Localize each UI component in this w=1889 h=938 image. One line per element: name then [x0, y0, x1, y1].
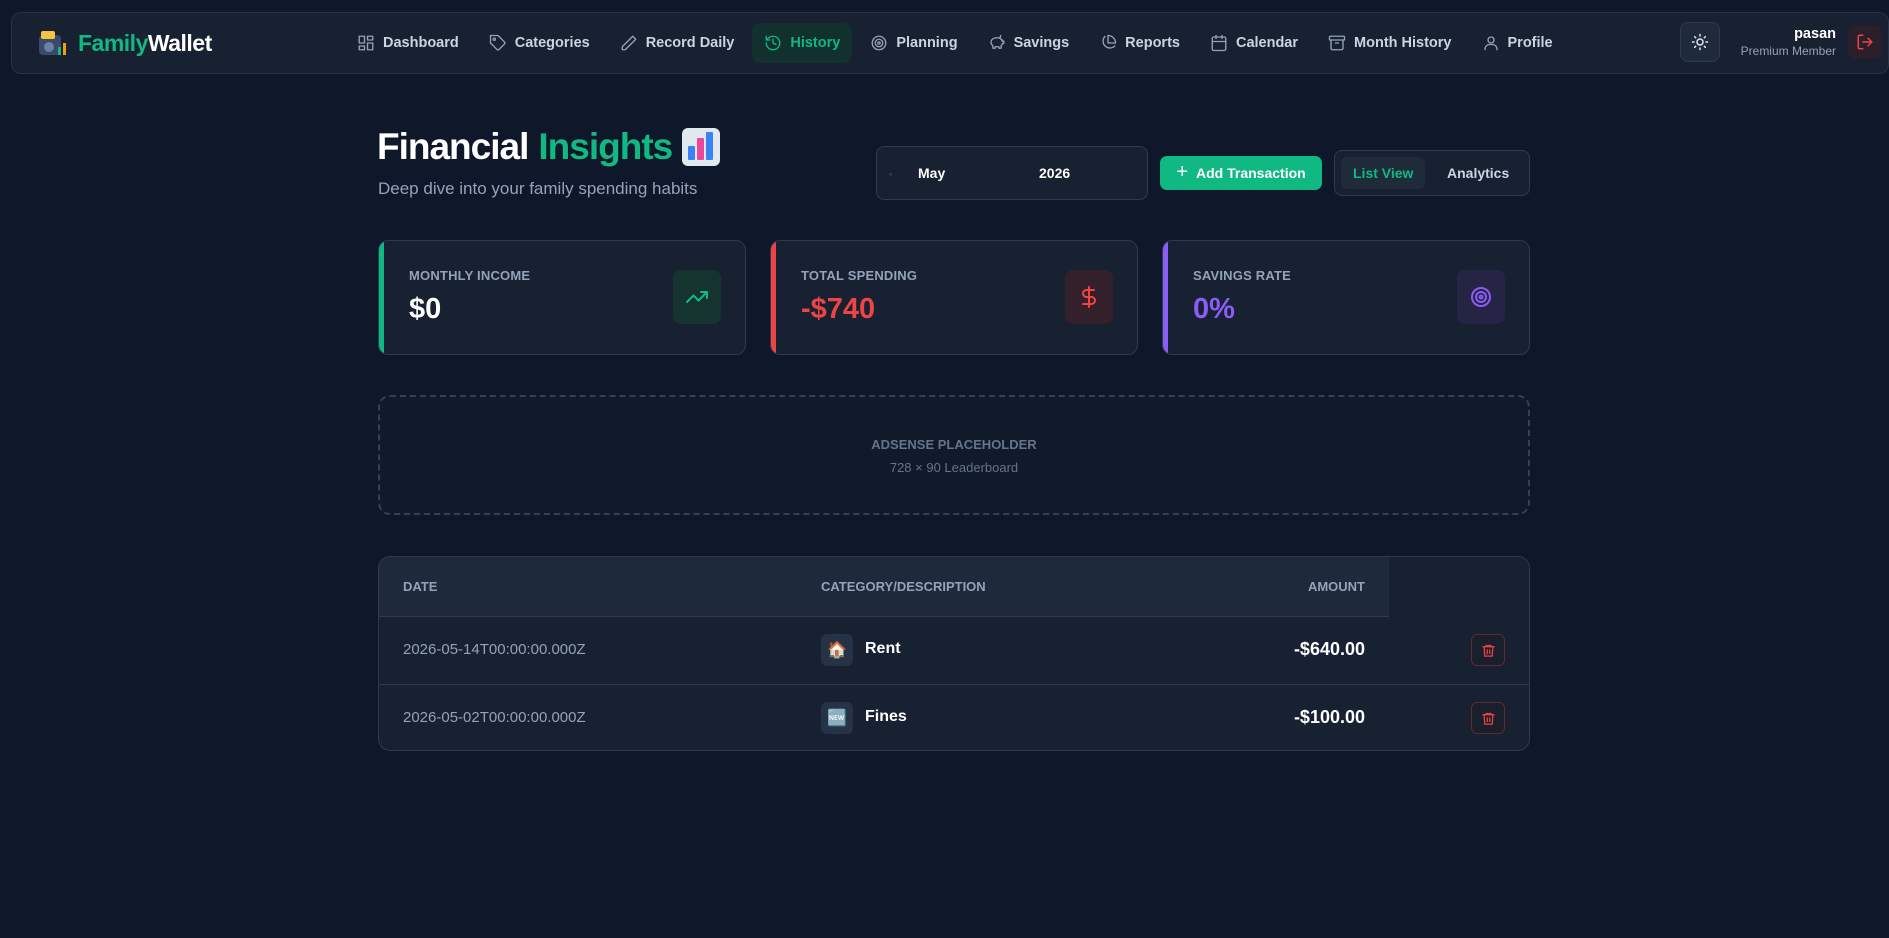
delete-button[interactable]: [1471, 702, 1505, 734]
main-nav: Dashboard Categories Record Daily Histor…: [345, 23, 1565, 63]
bar-chart-icon: [682, 128, 721, 166]
target-icon: [1471, 287, 1491, 307]
target-icon: [871, 35, 887, 51]
user-info[interactable]: pasan Premium Member: [1730, 26, 1836, 58]
table-header: DATE CATEGORY/DESCRIPTION AMOUNT: [379, 557, 1529, 617]
dollar-icon: [1082, 286, 1096, 308]
row-date: 2026-05-02T00:00:00.000Z: [403, 709, 586, 726]
dashboard-icon: [358, 35, 374, 51]
view-toggle: List View Analytics: [1334, 150, 1530, 196]
sun-icon: [1691, 33, 1709, 51]
history-icon: [765, 35, 781, 51]
page-title: Financial Insights: [377, 126, 721, 168]
ad-placeholder: ADSENSE PLACEHOLDER 728 × 90 Leaderboard: [378, 395, 1530, 515]
nav-history[interactable]: History: [752, 23, 853, 63]
nav-planning[interactable]: Planning: [858, 23, 969, 63]
archive-icon: [1328, 35, 1346, 51]
chevron-left-icon[interactable]: ◦: [889, 169, 892, 179]
row-date: 2026-05-14T00:00:00.000Z: [403, 641, 586, 658]
savings-rate-card: SAVINGS RATE 0%: [1162, 240, 1530, 355]
calendar-icon: [1211, 34, 1227, 52]
logout-button[interactable]: [1848, 25, 1882, 59]
table-row: 2026-05-14T00:00:00.000Z 🏠 Rent -$640.00: [379, 617, 1529, 684]
trash-icon: [1481, 644, 1495, 657]
plus-icon: +: [1176, 161, 1188, 183]
nav-reports[interactable]: Reports: [1087, 23, 1192, 63]
analytics-tab[interactable]: Analytics: [1435, 157, 1521, 189]
total-spending-value: -$740: [801, 293, 876, 325]
pencil-icon: [621, 35, 637, 51]
nav-dashboard[interactable]: Dashboard: [345, 23, 471, 63]
year-select[interactable]: 2026: [1039, 165, 1070, 181]
wallet-logo-icon: [36, 27, 70, 59]
user-name: pasan: [1794, 26, 1836, 42]
theme-toggle-button[interactable]: [1680, 22, 1720, 62]
nav-savings[interactable]: Savings: [976, 23, 1082, 63]
delete-button[interactable]: [1471, 634, 1505, 666]
header-date: DATE: [403, 579, 438, 594]
top-navbar: FamilyWallet Dashboard Categories Record…: [11, 12, 1889, 74]
transactions-table: DATE CATEGORY/DESCRIPTION AMOUNT 2026-05…: [378, 556, 1530, 751]
nav-profile[interactable]: Profile: [1470, 23, 1565, 63]
trash-icon: [1481, 712, 1495, 725]
row-amount: -$100.00: [1293, 707, 1365, 727]
row-category: Rent: [865, 640, 901, 657]
row-category: Fines: [865, 708, 907, 725]
add-transaction-button[interactable]: + Add Transaction: [1160, 156, 1322, 190]
monthly-income-value: $0: [409, 293, 442, 325]
piggy-bank-icon: [989, 34, 1004, 49]
house-icon: 🏠: [821, 634, 853, 666]
nav-record-daily[interactable]: Record Daily: [608, 23, 747, 63]
tag-icon: [489, 34, 506, 51]
row-amount: -$640.00: [1293, 639, 1365, 659]
total-spending-card: TOTAL SPENDING -$740: [770, 240, 1138, 355]
page-subtitle: Deep dive into your family spending habi…: [378, 179, 698, 198]
header-category: CATEGORY/DESCRIPTION: [821, 579, 986, 594]
month-year-picker[interactable]: ◦ May 2026: [876, 146, 1148, 200]
brand-name: FamilyWallet: [78, 29, 212, 56]
table-row: 2026-05-02T00:00:00.000Z 🆕 Fines -$100.0…: [379, 684, 1529, 750]
trending-up-icon: [686, 291, 708, 303]
month-select[interactable]: May: [918, 165, 945, 181]
new-badge-icon: 🆕: [821, 702, 853, 734]
user-icon: [1483, 36, 1498, 51]
nav-month-history[interactable]: Month History: [1316, 23, 1463, 63]
pie-chart-icon: [1102, 34, 1117, 49]
user-role: Premium Member: [1740, 44, 1836, 58]
brand[interactable]: FamilyWallet: [36, 27, 212, 59]
header-amount: AMOUNT: [1307, 579, 1365, 594]
nav-categories[interactable]: Categories: [477, 23, 602, 63]
list-view-tab[interactable]: List View: [1341, 157, 1426, 189]
nav-calendar[interactable]: Calendar: [1198, 23, 1310, 63]
savings-rate-value: 0%: [1193, 293, 1235, 325]
logout-icon: [1857, 34, 1873, 50]
monthly-income-card: MONTHLY INCOME $0: [378, 240, 746, 355]
